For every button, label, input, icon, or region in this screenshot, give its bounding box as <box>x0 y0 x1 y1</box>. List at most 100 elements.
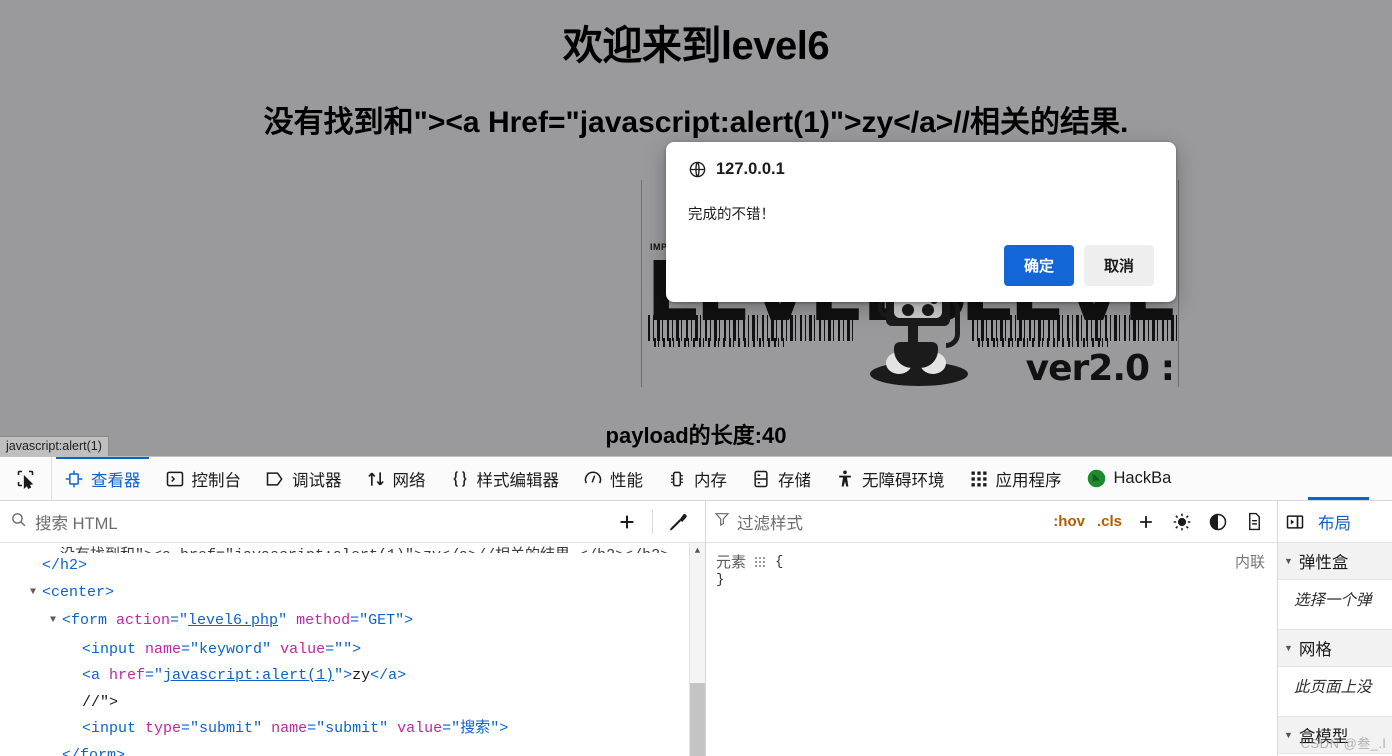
tab-memory[interactable]: 内存 <box>655 457 739 500</box>
tab-console[interactable]: 控制台 <box>153 457 254 500</box>
rule-selector: 元素 <box>716 554 747 571</box>
dom-line[interactable]: ▼ <center> <box>0 580 689 609</box>
dialog-ok-button[interactable]: 确定 <box>1003 245 1074 286</box>
inspector-markup-pane: 搜索 HTML 没有找到和"><a href="javascript:a <box>0 501 706 756</box>
tab-network[interactable]: 网络 <box>354 457 438 500</box>
dom-token: =" <box>181 640 200 658</box>
barcode-digits-right <box>978 338 1108 347</box>
dom-token: <center> <box>42 583 115 601</box>
tab-debugger[interactable]: 调试器 <box>253 457 354 500</box>
dom-line[interactable]: </h2> <box>0 553 689 580</box>
chevron-down-icon: ▼ <box>1284 556 1293 566</box>
dom-line[interactable]: <a href="javascript:alert(1)">zy</a> <box>0 663 689 690</box>
section-box-model-label: 盒模型 <box>1298 728 1349 746</box>
tab-console-label: 控制台 <box>191 471 242 490</box>
toolbar-divider <box>652 509 653 534</box>
section-grid-label: 网格 <box>1298 641 1332 659</box>
dialog-message: 完成的不错！ <box>688 207 775 223</box>
tab-storage[interactable]: 存储 <box>739 457 823 500</box>
dom-token: </a> <box>370 667 407 684</box>
memory-icon <box>667 469 687 489</box>
tab-inspector[interactable]: 查看器 <box>52 457 153 500</box>
chevron-down-icon: ▼ <box>1284 643 1293 653</box>
section-flexbox-note: 选择一个弹 <box>1278 580 1392 630</box>
page-subtitle: 没有找到和"><a Href="javascript:alert(1)">zy<… <box>263 106 1129 139</box>
eyedropper-icon[interactable] <box>661 505 695 539</box>
plus-icon[interactable] <box>1131 507 1161 537</box>
tab-network-label: 网络 <box>392 471 426 490</box>
dom-line[interactable]: </form> <box>0 743 689 756</box>
dom-line[interactable]: <input name="keyword" value=""> <box>0 637 689 664</box>
devtools-toolbar: 查看器 控制台 调试器 网络 样式编辑器 性能 内存 存储 无障碍环境 应用程序… <box>0 457 1392 501</box>
drag-grip-icon[interactable] <box>754 556 768 567</box>
layout-pane: 布局 ▼ 弹性盒 选择一个弹 ▼ 网格 此页面上没 ▼ 盒模型 <box>1278 496 1392 756</box>
tab-memory-label: 内存 <box>694 471 727 490</box>
tab-performance[interactable]: 性能 <box>571 457 655 500</box>
search-input[interactable]: 搜索 HTML <box>10 510 602 534</box>
section-flexbox[interactable]: ▼ 弹性盒 <box>1278 543 1392 580</box>
search-icon <box>10 511 27 533</box>
document-icon[interactable] <box>1239 507 1269 537</box>
dom-token: zy <box>352 667 371 684</box>
dom-token: value <box>280 640 326 658</box>
chevron-up-icon[interactable]: ▲ <box>690 543 705 559</box>
inspector-icon <box>64 469 84 489</box>
dom-token: =""> <box>325 640 362 658</box>
tab-storage-label: 存储 <box>778 471 811 490</box>
dom-token: <a <box>82 667 110 684</box>
dialog-origin: 127.0.0.1 <box>716 160 785 178</box>
performance-icon <box>583 469 603 489</box>
tab-hackbar[interactable]: HackBa <box>1074 457 1184 500</box>
scrollbar-thumb[interactable] <box>690 683 705 756</box>
tab-application[interactable]: 应用程序 <box>957 457 1074 500</box>
tab-layout[interactable]: 布局 <box>1308 496 1369 534</box>
moon-icon[interactable] <box>1203 507 1233 537</box>
cls-toggle[interactable]: .cls <box>1094 513 1125 530</box>
dom-token: value <box>397 720 443 737</box>
dialog-cancel-button[interactable]: 取消 <box>1083 245 1154 286</box>
tab-style-editor[interactable]: 样式编辑器 <box>438 457 572 500</box>
dom-token: <input <box>82 640 146 658</box>
expand-arrow-icon[interactable]: ▼ <box>30 580 42 607</box>
dom-line[interactable]: ▼ <form action="level6.php" method="GET"> <box>0 608 689 637</box>
page-title: 欢迎来到level6 <box>562 24 830 68</box>
dom-line[interactable]: 没有找到和"><a href="javascript:alert(1)">zy<… <box>0 543 689 553</box>
section-box-model[interactable]: ▼ 盒模型 <box>1278 717 1392 754</box>
plus-icon[interactable] <box>610 505 644 539</box>
chevron-down-icon: ▼ <box>1284 730 1293 740</box>
dom-tree-scrollbar[interactable]: ▲ <box>689 543 705 756</box>
dom-token: " <box>253 720 272 737</box>
dom-line[interactable]: <input type="submit" name="submit" value… <box>0 716 689 743</box>
tab-accessibility[interactable]: 无障碍环境 <box>823 457 957 500</box>
styles-pane: 过滤样式 :hov .cls 元素 {} 内联 <box>706 501 1278 756</box>
dom-token: =" <box>170 612 189 629</box>
storage-icon <box>751 469 771 489</box>
rule-close-brace: } <box>716 572 725 588</box>
sun-icon[interactable] <box>1167 507 1197 537</box>
style-filter-placeholder: 过滤样式 <box>737 514 803 533</box>
dom-token: keyword <box>199 640 263 658</box>
dom-line[interactable]: //"> <box>0 690 689 717</box>
screen: 欢迎来到level6 没有找到和"><a Href="javascript:al… <box>0 0 1392 756</box>
dom-token: type <box>145 720 182 737</box>
element-picker-icon[interactable] <box>0 457 52 500</box>
dom-token: action <box>116 612 171 629</box>
section-grid[interactable]: ▼ 网格 <box>1278 630 1392 667</box>
dom-tree[interactable]: 没有找到和"><a href="javascript:alert(1)">zy<… <box>0 543 705 756</box>
layout-sections: ▼ 弹性盒 选择一个弹 ▼ 网格 此页面上没 ▼ 盒模型 <box>1278 543 1392 756</box>
dom-token: " <box>262 640 281 658</box>
dom-link[interactable]: javascript:alert(1) <box>163 667 334 684</box>
style-filter-input[interactable]: 过滤样式 <box>714 510 1044 534</box>
layout-tab-strip: 布局 <box>1278 496 1392 543</box>
dom-token: //"> <box>82 693 119 711</box>
tab-hackbar-label: HackBa <box>1113 469 1172 487</box>
styles-toolbar: 过滤样式 :hov .cls <box>706 501 1277 543</box>
dom-link[interactable]: level6.php <box>188 612 278 629</box>
split-view-icon[interactable] <box>1282 512 1308 532</box>
dom-token: =" <box>145 667 164 684</box>
dom-token: "> <box>395 612 414 629</box>
expand-arrow-icon[interactable]: ▼ <box>50 608 62 635</box>
tab-performance-label: 性能 <box>610 471 643 490</box>
hov-toggle[interactable]: :hov <box>1050 513 1088 530</box>
javascript-alert-dialog: 127.0.0.1 完成的不错！ 确定 取消 <box>666 142 1176 302</box>
